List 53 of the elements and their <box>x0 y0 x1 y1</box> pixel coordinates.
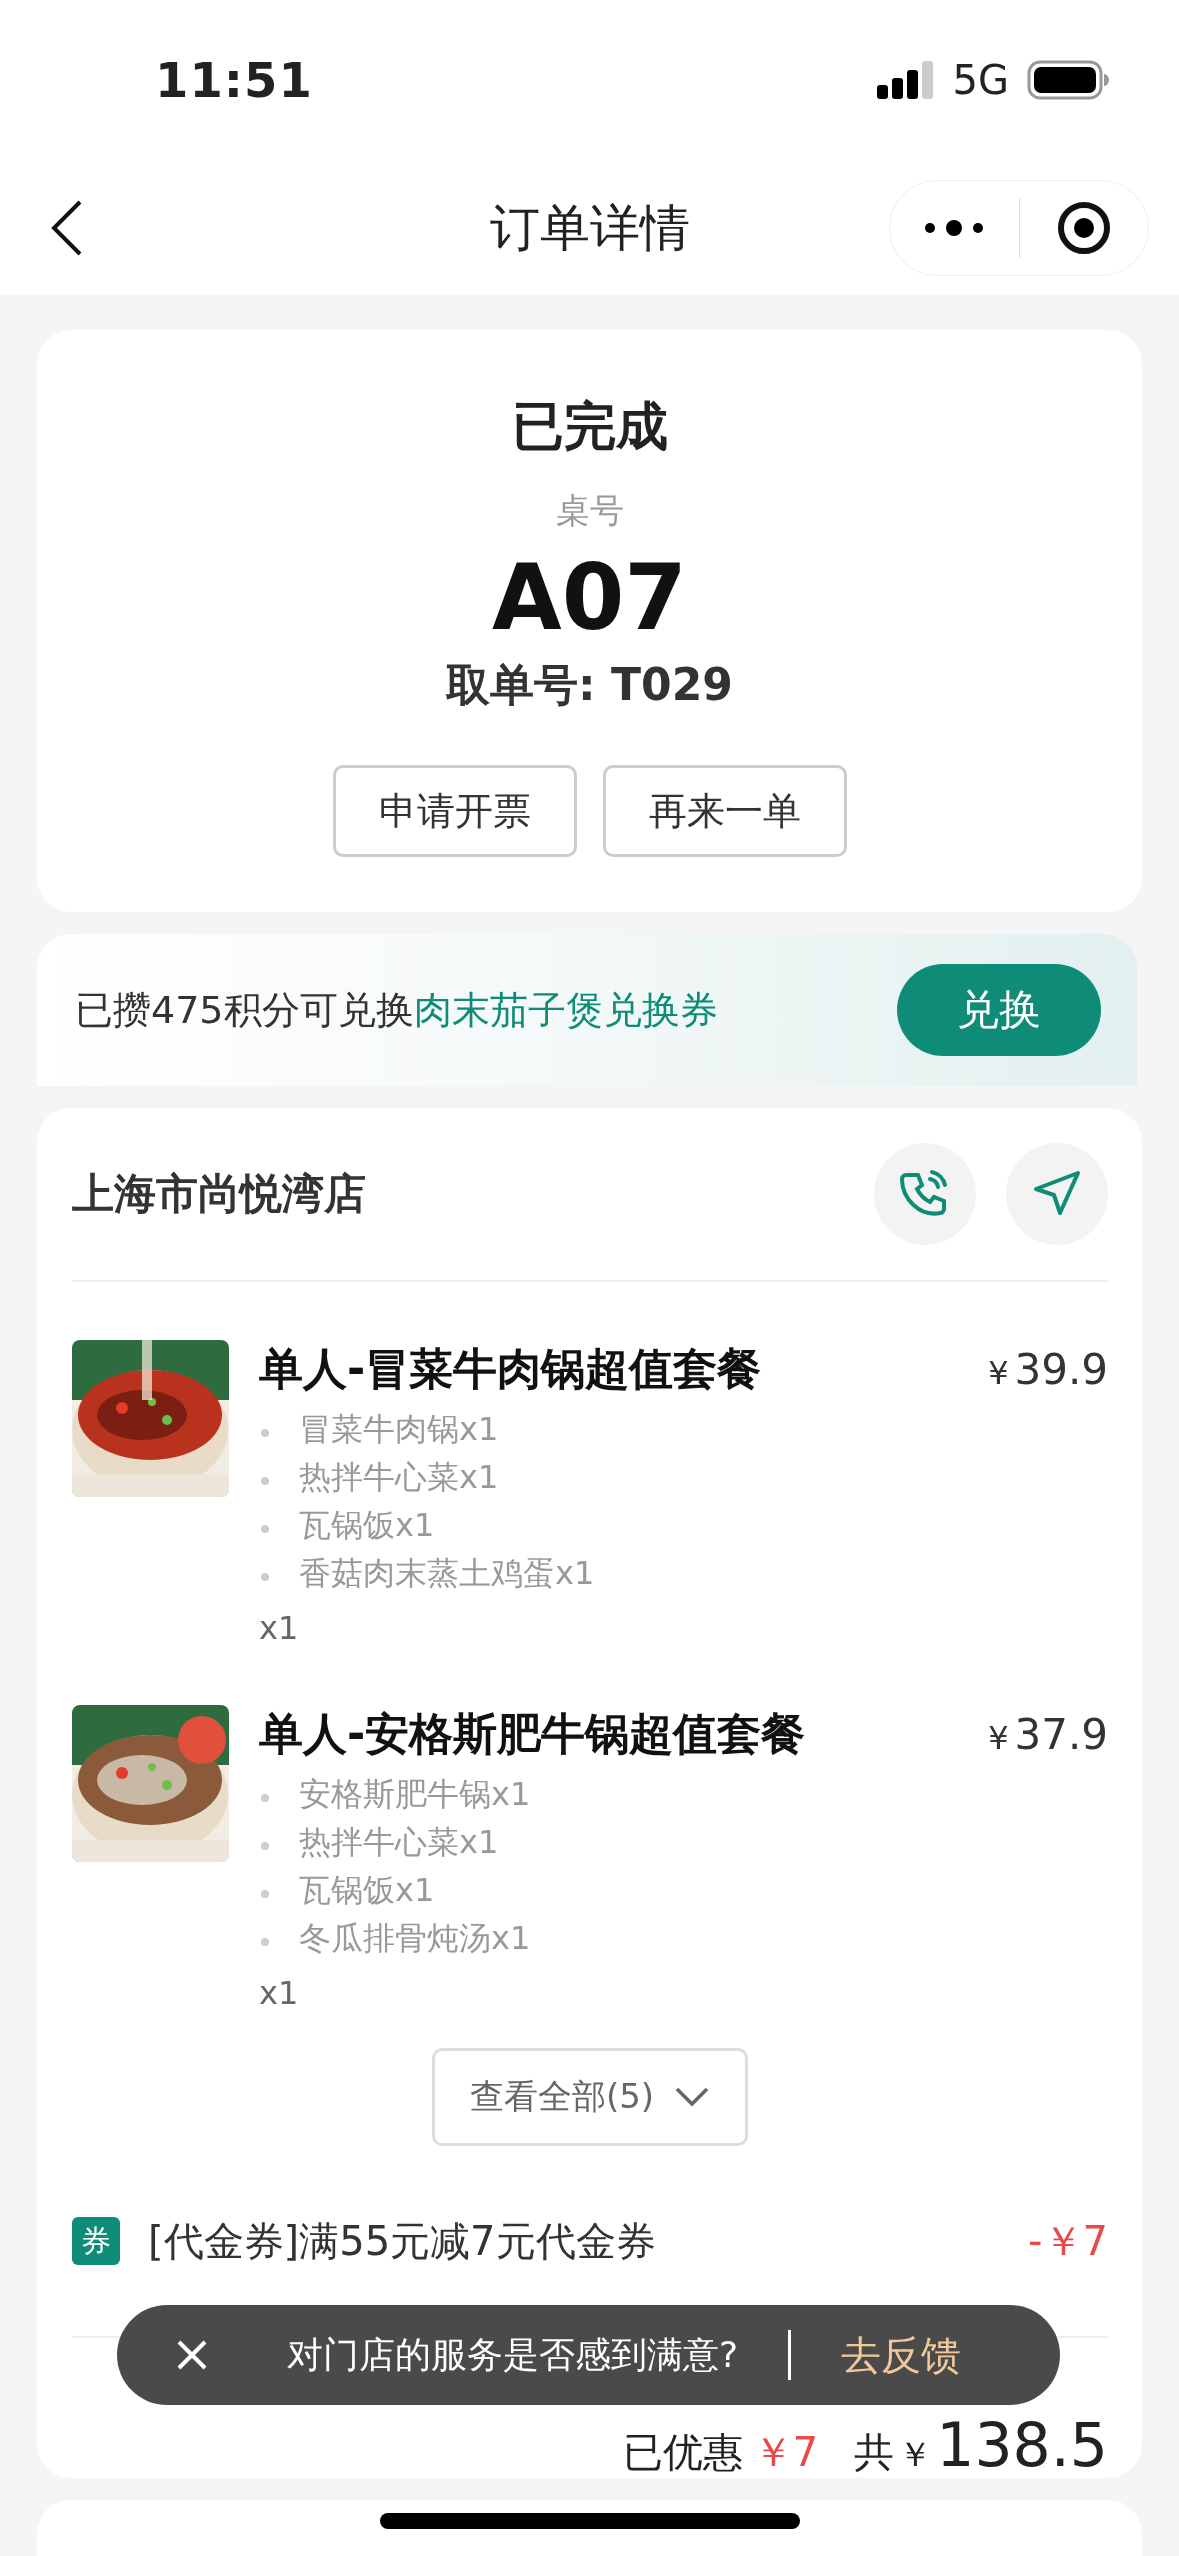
bullet-dot <box>261 1429 269 1437</box>
feedback-prompt: 对门店的服务是否感到满意? <box>287 2332 739 2377</box>
points-message: 已攒475积分可兑换肉末茄子煲兑换券 <box>75 986 718 1034</box>
pickup-number: 取单号: T029 <box>446 658 733 712</box>
feedback-link[interactable]: 去反馈 <box>841 2327 962 2383</box>
action-button[interactable]: 再来一单 <box>602 765 847 857</box>
bullet-dot <box>261 1842 269 1850</box>
chevron-down-icon <box>674 2086 711 2108</box>
table-label: 桌号 <box>555 489 624 532</box>
page-title: 订单详情 <box>489 197 690 258</box>
item-component: 热拌牛心菜x1 <box>299 1823 499 1861</box>
total-label: 共 <box>854 2428 895 2477</box>
item-component: 热拌牛心菜x1 <box>299 1458 499 1496</box>
item-name: 单人-冒菜牛肉锅超值套餐 <box>259 1342 762 1396</box>
back-icon[interactable] <box>50 198 84 257</box>
total-amount: 138.5 <box>936 2410 1108 2480</box>
bullet-dot <box>261 1890 269 1898</box>
table-number: A07 <box>492 544 687 652</box>
item-component: 瓦锅饭x1 <box>299 1506 435 1544</box>
coupon-amount: -￥7 <box>1028 2216 1108 2266</box>
network-label: 5G <box>952 57 1009 103</box>
item-price: ¥37.9 <box>988 1710 1108 1759</box>
coupon-name: [代金券]满55元减7元代金券 <box>148 2216 657 2266</box>
store-name: 上海市尚悦湾店 <box>72 1168 366 1220</box>
action-button[interactable]: 申请开票 <box>332 765 577 857</box>
item-component: 瓦锅饭x1 <box>299 1871 435 1909</box>
item-component: 安格斯肥牛锅x1 <box>299 1775 531 1813</box>
close-icon[interactable] <box>176 2339 208 2371</box>
phone-icon <box>900 1169 950 1219</box>
item-component: 冒菜牛肉锅x1 <box>299 1410 499 1448</box>
target-icon <box>1056 200 1111 255</box>
signal-icon <box>876 61 935 99</box>
bullet-dot <box>261 1573 269 1581</box>
bullet-dot <box>261 1525 269 1533</box>
bullet-dot <box>261 1794 269 1802</box>
bullet-dot <box>261 1477 269 1485</box>
status-time: 11:51 <box>155 52 313 108</box>
redeem-button[interactable]: 兑换 <box>897 964 1101 1056</box>
coupon-badge: 券 <box>72 2217 120 2265</box>
item-component: 冬瓜排骨炖汤x1 <box>299 1919 531 1957</box>
discount-amount: ￥7 <box>752 2428 819 2477</box>
discount-label: 已优惠 <box>622 2428 743 2477</box>
item-name: 单人-安格斯肥牛锅超值套餐 <box>259 1707 806 1761</box>
more-icon <box>924 217 985 238</box>
view-all-button[interactable]: 查看全部(5) <box>432 2048 748 2146</box>
bullet-dot <box>261 1938 269 1946</box>
item-quantity: x1 <box>259 1974 300 2012</box>
order-status: 已完成 <box>511 395 668 458</box>
item-quantity: x1 <box>259 1609 300 1647</box>
currency-symbol: ￥ <box>898 2433 933 2476</box>
item-price: ¥39.9 <box>988 1345 1108 1394</box>
battery-icon <box>1027 60 1109 100</box>
item-component: 香菇肉末蒸土鸡蛋x1 <box>299 1554 595 1592</box>
